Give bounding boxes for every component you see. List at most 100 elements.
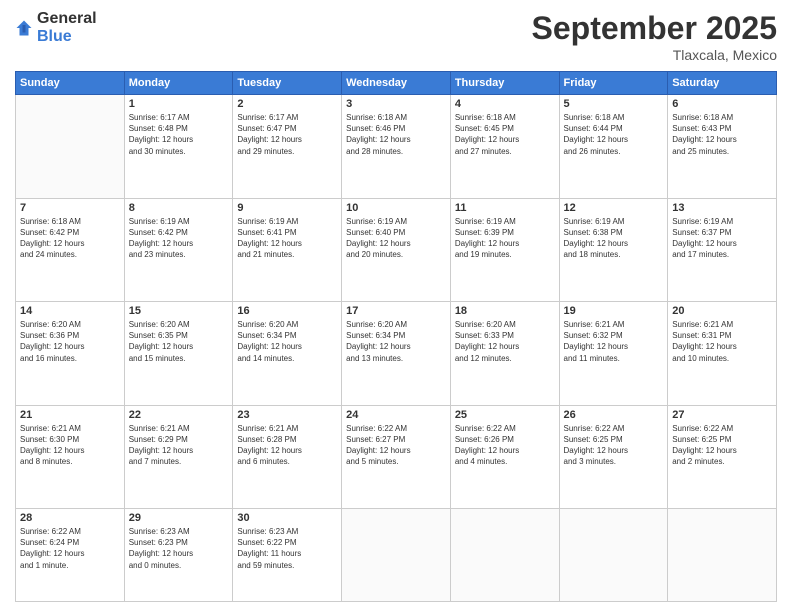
day-number: 7 [20, 202, 120, 214]
header-thursday: Thursday [450, 72, 559, 95]
day-number: 23 [237, 409, 337, 421]
day-info: Sunrise: 6:17 AM Sunset: 6:48 PM Dayligh… [129, 112, 229, 157]
day-info: Sunrise: 6:22 AM Sunset: 6:25 PM Dayligh… [564, 423, 664, 468]
calendar-table: Sunday Monday Tuesday Wednesday Thursday… [15, 71, 777, 602]
day-info: Sunrise: 6:22 AM Sunset: 6:24 PM Dayligh… [20, 526, 120, 571]
table-row: 4Sunrise: 6:18 AM Sunset: 6:45 PM Daylig… [450, 95, 559, 199]
table-row [342, 509, 451, 602]
title-block: September 2025 Tlaxcala, Mexico [532, 10, 777, 63]
header-wednesday: Wednesday [342, 72, 451, 95]
day-info: Sunrise: 6:19 AM Sunset: 6:37 PM Dayligh… [672, 216, 772, 261]
day-info: Sunrise: 6:20 AM Sunset: 6:36 PM Dayligh… [20, 319, 120, 364]
weekday-header-row: Sunday Monday Tuesday Wednesday Thursday… [16, 72, 777, 95]
table-row [559, 509, 668, 602]
day-info: Sunrise: 6:18 AM Sunset: 6:45 PM Dayligh… [455, 112, 555, 157]
day-info: Sunrise: 6:22 AM Sunset: 6:25 PM Dayligh… [672, 423, 772, 468]
table-row: 5 Sunrise: 6:18 AM Sunset: 6:44 PM Daylig… [559, 95, 668, 199]
table-row: 6Sunrise: 6:18 AM Sunset: 6:43 PM Daylig… [668, 95, 777, 199]
logo-icon [15, 19, 33, 37]
day-number: 27 [672, 409, 772, 421]
logo-text: General Blue [37, 10, 97, 46]
day-number: 8 [129, 202, 229, 214]
table-row: 9 Sunrise: 6:19 AM Sunset: 6:41 PM Daylig… [233, 198, 342, 302]
day-info: Sunrise: 6:23 AM Sunset: 6:22 PM Dayligh… [237, 526, 337, 571]
table-row: 28 Sunrise: 6:22 AM Sunset: 6:24 PM Dayli… [16, 509, 125, 602]
table-row: 25Sunrise: 6:22 AM Sunset: 6:26 PM Dayli… [450, 405, 559, 509]
day-info: Sunrise: 6:21 AM Sunset: 6:32 PM Dayligh… [564, 319, 664, 364]
table-row [450, 509, 559, 602]
day-info: Sunrise: 6:21 AM Sunset: 6:28 PM Dayligh… [237, 423, 337, 468]
table-row: 24 Sunrise: 6:22 AM Sunset: 6:27 PM Dayli… [342, 405, 451, 509]
day-info: Sunrise: 6:18 AM Sunset: 6:43 PM Dayligh… [672, 112, 772, 157]
day-info: Sunrise: 6:20 AM Sunset: 6:35 PM Dayligh… [129, 319, 229, 364]
day-number: 28 [20, 512, 120, 524]
month-title: September 2025 [532, 10, 777, 47]
header-saturday: Saturday [668, 72, 777, 95]
day-number: 24 [346, 409, 446, 421]
day-number: 25 [455, 409, 555, 421]
day-number: 14 [20, 305, 120, 317]
day-number: 21 [20, 409, 120, 421]
header-tuesday: Tuesday [233, 72, 342, 95]
table-row: 12 Sunrise: 6:19 AM Sunset: 6:38 PM Dayli… [559, 198, 668, 302]
table-row: 14 Sunrise: 6:20 AM Sunset: 6:36 PM Dayli… [16, 302, 125, 406]
day-info: Sunrise: 6:20 AM Sunset: 6:34 PM Dayligh… [237, 319, 337, 364]
day-info: Sunrise: 6:19 AM Sunset: 6:41 PM Dayligh… [237, 216, 337, 261]
day-number: 22 [129, 409, 229, 421]
day-number: 9 [237, 202, 337, 214]
header-sunday: Sunday [16, 72, 125, 95]
table-row: 27 Sunrise: 6:22 AM Sunset: 6:25 PM Dayli… [668, 405, 777, 509]
table-row: 29 Sunrise: 6:23 AM Sunset: 6:23 PM Dayli… [124, 509, 233, 602]
day-info: Sunrise: 6:22 AM Sunset: 6:27 PM Dayligh… [346, 423, 446, 468]
table-row: 19 Sunrise: 6:21 AM Sunset: 6:32 PM Dayli… [559, 302, 668, 406]
day-number: 19 [564, 305, 664, 317]
table-row: 8 Sunrise: 6:19 AM Sunset: 6:42 PM Daylig… [124, 198, 233, 302]
table-row: 22 Sunrise: 6:21 AM Sunset: 6:29 PM Dayli… [124, 405, 233, 509]
day-info: Sunrise: 6:20 AM Sunset: 6:33 PM Dayligh… [455, 319, 555, 364]
day-number: 10 [346, 202, 446, 214]
table-row: 10Sunrise: 6:19 AM Sunset: 6:40 PM Dayli… [342, 198, 451, 302]
day-number: 15 [129, 305, 229, 317]
day-info: Sunrise: 6:21 AM Sunset: 6:29 PM Dayligh… [129, 423, 229, 468]
day-number: 20 [672, 305, 772, 317]
day-number: 18 [455, 305, 555, 317]
location-subtitle: Tlaxcala, Mexico [532, 47, 777, 63]
day-number: 13 [672, 202, 772, 214]
page: General Blue September 2025 Tlaxcala, Me… [0, 0, 792, 612]
day-info: Sunrise: 6:18 AM Sunset: 6:44 PM Dayligh… [564, 112, 664, 157]
table-row: 1Sunrise: 6:17 AM Sunset: 6:48 PM Daylig… [124, 95, 233, 199]
day-number: 30 [237, 512, 337, 524]
day-info: Sunrise: 6:19 AM Sunset: 6:39 PM Dayligh… [455, 216, 555, 261]
table-row: 13 Sunrise: 6:19 AM Sunset: 6:37 PM Dayli… [668, 198, 777, 302]
day-info: Sunrise: 6:18 AM Sunset: 6:46 PM Dayligh… [346, 112, 446, 157]
day-number: 3 [346, 98, 446, 110]
table-row: 2 Sunrise: 6:17 AM Sunset: 6:47 PM Daylig… [233, 95, 342, 199]
table-row: 20 Sunrise: 6:21 AM Sunset: 6:31 PM Dayli… [668, 302, 777, 406]
header-monday: Monday [124, 72, 233, 95]
table-row: 26Sunrise: 6:22 AM Sunset: 6:25 PM Dayli… [559, 405, 668, 509]
day-number: 29 [129, 512, 229, 524]
day-info: Sunrise: 6:19 AM Sunset: 6:38 PM Dayligh… [564, 216, 664, 261]
header: General Blue September 2025 Tlaxcala, Me… [15, 10, 777, 63]
day-number: 12 [564, 202, 664, 214]
table-row [16, 95, 125, 199]
table-row: 18 Sunrise: 6:20 AM Sunset: 6:33 PM Dayli… [450, 302, 559, 406]
table-row: 30 Sunrise: 6:23 AM Sunset: 6:22 PM Dayli… [233, 509, 342, 602]
table-row: 23 Sunrise: 6:21 AM Sunset: 6:28 PM Dayli… [233, 405, 342, 509]
logo-general: General [37, 10, 97, 27]
table-row: 17Sunrise: 6:20 AM Sunset: 6:34 PM Dayli… [342, 302, 451, 406]
day-number: 5 [564, 98, 664, 110]
table-row: 15 Sunrise: 6:20 AM Sunset: 6:35 PM Dayli… [124, 302, 233, 406]
day-number: 2 [237, 98, 337, 110]
day-info: Sunrise: 6:23 AM Sunset: 6:23 PM Dayligh… [129, 526, 229, 571]
table-row [668, 509, 777, 602]
table-row: 21Sunrise: 6:21 AM Sunset: 6:30 PM Dayli… [16, 405, 125, 509]
day-number: 11 [455, 202, 555, 214]
table-row: 16 Sunrise: 6:20 AM Sunset: 6:34 PM Dayli… [233, 302, 342, 406]
table-row: 3 Sunrise: 6:18 AM Sunset: 6:46 PM Daylig… [342, 95, 451, 199]
day-info: Sunrise: 6:19 AM Sunset: 6:42 PM Dayligh… [129, 216, 229, 261]
day-info: Sunrise: 6:21 AM Sunset: 6:31 PM Dayligh… [672, 319, 772, 364]
day-info: Sunrise: 6:17 AM Sunset: 6:47 PM Dayligh… [237, 112, 337, 157]
day-number: 16 [237, 305, 337, 317]
day-info: Sunrise: 6:18 AM Sunset: 6:42 PM Dayligh… [20, 216, 120, 261]
